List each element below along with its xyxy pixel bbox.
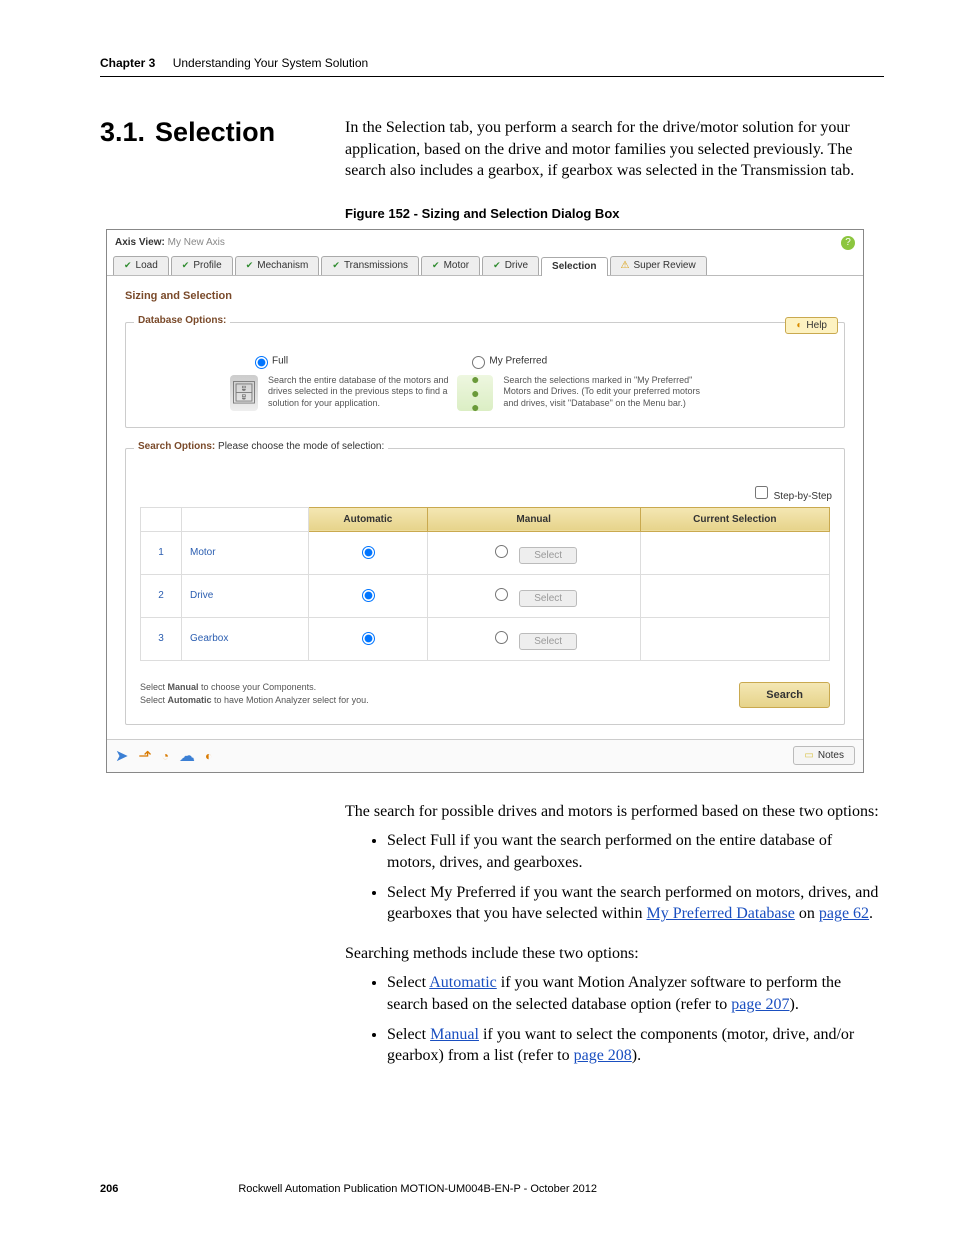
step-by-step-checkbox[interactable]: Step-by-Step [751, 483, 832, 502]
gauge-icon[interactable]: ◔ [162, 749, 169, 763]
database-icon: 🗄 [230, 375, 258, 411]
arrow-icon[interactable]: ➤ [115, 746, 128, 766]
link-manual[interactable]: Manual [430, 1026, 479, 1043]
help-bulb-icon: ◐ [796, 320, 802, 331]
selection-table: Automatic Manual Current Selection 1 Mot… [140, 507, 830, 661]
preferred-description: Search the selections marked in "My Pref… [503, 375, 713, 410]
bullet-automatic: Select Automatic if you want Motion Anal… [387, 972, 884, 1015]
link-page-62[interactable]: page 62 [819, 905, 869, 922]
tab-mechanism[interactable]: ✔Mechanism [235, 256, 320, 275]
search-options-group: Search Options: Please choose the mode o… [125, 448, 845, 725]
radio-gearbox-manual[interactable] [495, 631, 508, 644]
radio-motor-manual[interactable] [495, 545, 508, 558]
col-automatic: Automatic [309, 507, 428, 531]
publication-info: Rockwell Automation Publication MOTION-U… [238, 1183, 597, 1195]
selection-hints: Select Manual to choose your Components.… [140, 681, 369, 708]
check-icon: ✔ [124, 260, 132, 271]
chapter-title: Understanding Your System Solution [173, 56, 368, 70]
tab-motor[interactable]: ✔Motor [421, 256, 480, 275]
axis-view-value: My New Axis [168, 237, 225, 248]
radio-my-preferred-label: My Preferred [489, 355, 547, 366]
chapter-label: Chapter 3 [100, 56, 155, 70]
radio-my-preferred[interactable] [472, 356, 485, 369]
figure-caption: Figure 152 - Sizing and Selection Dialog… [345, 206, 884, 221]
col-manual: Manual [427, 507, 640, 531]
tab-transmissions[interactable]: ✔Transmissions [321, 256, 419, 275]
check-icon: ✔ [246, 260, 254, 271]
bullet-full: Select Full if you want the search perfo… [387, 830, 884, 873]
bullet-my-preferred: Select My Preferred if you want the sear… [387, 882, 884, 925]
page-footer: 206 Rockwell Automation Publication MOTI… [100, 1183, 884, 1195]
search-options-legend: Search Options: Please choose the mode o… [134, 441, 388, 452]
select-motor-button[interactable]: Select [519, 547, 577, 564]
radio-drive-manual[interactable] [495, 588, 508, 601]
check-icon: ✔ [432, 260, 440, 271]
tab-super-review[interactable]: ⚠Super Review [610, 256, 707, 275]
help-button[interactable]: ◐Help [785, 317, 838, 334]
select-gearbox-button[interactable]: Select [519, 633, 577, 650]
search-button[interactable]: Search [739, 682, 830, 708]
intro-paragraph: In the Selection tab, you perform a sear… [345, 117, 884, 182]
preferred-icon: ●●● [457, 375, 493, 411]
radio-full-label: Full [272, 355, 288, 366]
warning-icon: ⚠ [621, 260, 630, 271]
table-row: 3 Gearbox Select [141, 617, 830, 660]
page-number: 206 [100, 1183, 118, 1195]
radio-gearbox-auto[interactable] [362, 632, 375, 645]
col-current: Current Selection [640, 507, 829, 531]
bullet-manual: Select Manual if you want to select the … [387, 1024, 884, 1067]
toolbar-icons: ➤ ⬏ ◔ ☁ ◐ [115, 746, 212, 766]
tab-selection[interactable]: Selection [541, 257, 607, 276]
check-icon: ✔ [182, 260, 190, 271]
link-page-207[interactable]: page 207 [731, 996, 789, 1013]
meter-icon[interactable]: ◐ [205, 749, 212, 763]
tab-profile[interactable]: ✔Profile [171, 256, 233, 275]
methods-intro: Searching methods include these two opti… [345, 943, 884, 965]
note-icon: ▭ [804, 750, 813, 761]
radio-motor-auto[interactable] [362, 546, 375, 559]
radio-drive-auto[interactable] [362, 589, 375, 602]
section-number: 3.1. [100, 117, 145, 147]
tab-drive[interactable]: ✔Drive [482, 256, 539, 275]
chart-icon[interactable]: ⬏ [138, 746, 151, 766]
section-title: Selection [155, 117, 275, 147]
table-row: 1 Motor Select [141, 531, 830, 574]
header-rule [100, 76, 884, 77]
page-header: Chapter 3 Understanding Your System Solu… [100, 56, 884, 70]
options-intro: The search for possible drives and motor… [345, 801, 884, 823]
link-automatic[interactable]: Automatic [429, 974, 497, 991]
database-options-legend: Database Options: [134, 315, 230, 326]
notes-button[interactable]: ▭Notes [793, 746, 855, 765]
link-page-208[interactable]: page 208 [574, 1047, 632, 1064]
check-icon: ✔ [493, 260, 501, 271]
table-row: 2 Drive Select [141, 574, 830, 617]
screenshot-dialog: Axis View: My New Axis ? ✔Load ✔Profile … [106, 229, 864, 773]
axis-view-label: Axis View: [115, 237, 165, 248]
select-drive-button[interactable]: Select [519, 590, 577, 607]
help-icon[interactable]: ? [841, 236, 855, 250]
tab-bar: ✔Load ✔Profile ✔Mechanism ✔Transmissions… [107, 256, 863, 276]
radio-full[interactable] [255, 356, 268, 369]
database-options-group: Database Options: ◐Help Full 🗄 Search th… [125, 322, 845, 428]
tab-load[interactable]: ✔Load [113, 256, 169, 275]
check-icon: ✔ [332, 260, 340, 271]
link-my-preferred-database[interactable]: My Preferred Database [646, 905, 794, 922]
cloud-icon[interactable]: ☁ [179, 746, 195, 766]
full-description: Search the entire database of the motors… [268, 375, 457, 410]
panel-title: Sizing and Selection [125, 290, 845, 302]
